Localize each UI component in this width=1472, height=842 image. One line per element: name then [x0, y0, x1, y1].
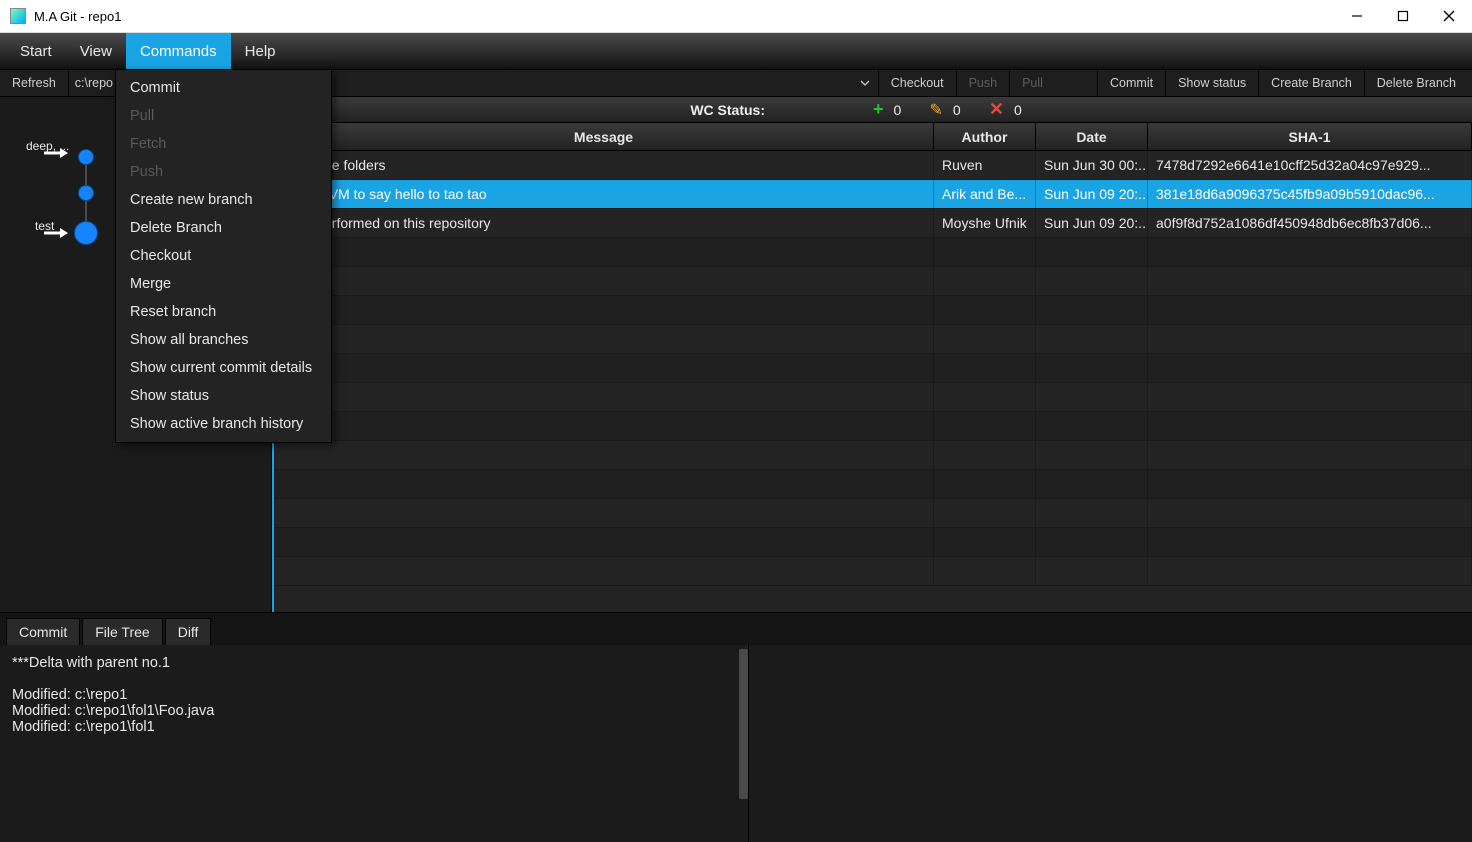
table-row: [274, 354, 1472, 383]
tab-diff[interactable]: Diff: [165, 618, 212, 645]
app-icon: [10, 8, 26, 24]
bottom-tabs: Commit File Tree Diff: [0, 613, 1472, 645]
delete-branch-button[interactable]: Delete Branch: [1365, 70, 1472, 96]
dd-merge[interactable]: Merge: [116, 270, 331, 298]
cell-sha: 7478d7292e6641e10cff25d32a04c97e929...: [1148, 151, 1472, 179]
th-sha[interactable]: SHA-1: [1148, 123, 1472, 150]
wc-deleted: ✕ 0: [989, 99, 1032, 120]
commit-node[interactable]: [78, 185, 94, 201]
window-title: M.A Git - repo1: [34, 9, 121, 24]
dd-show-active-branch-history[interactable]: Show active branch history: [116, 410, 331, 438]
dd-fetch[interactable]: Fetch: [116, 130, 331, 158]
cell-author: Ruven: [934, 151, 1036, 179]
table-row: [274, 441, 1472, 470]
chevron-down-icon[interactable]: [856, 74, 874, 92]
menu-view[interactable]: View: [66, 33, 126, 69]
table-row: [274, 557, 1472, 586]
menu-help[interactable]: Help: [231, 33, 290, 69]
titlebar: M.A Git - repo1: [0, 0, 1472, 33]
table-row: [274, 238, 1472, 267]
dd-checkout[interactable]: Checkout: [116, 242, 331, 270]
app-body: Start View Commands Help Refresh c:\repo…: [0, 33, 1472, 842]
pull-button[interactable]: Pull: [1010, 70, 1055, 96]
dd-delete-branch[interactable]: Delete Branch: [116, 214, 331, 242]
menu-start[interactable]: Start: [6, 33, 66, 69]
wc-modified-count: 0: [953, 102, 971, 118]
maximize-button[interactable]: [1380, 0, 1426, 32]
table-row: [274, 470, 1472, 499]
commands-dropdown: Commit Pull Fetch Push Create new branch…: [115, 69, 332, 443]
bottom-right-pane: [749, 645, 1472, 842]
dd-pull[interactable]: Pull: [116, 102, 331, 130]
create-branch-button[interactable]: Create Branch: [1259, 70, 1365, 96]
cell-message: two more folders: [274, 151, 934, 179]
cell-date: Sun Jun 09 20:...: [1036, 209, 1148, 237]
table-body: two more folders Ruven Sun Jun 30 00:...…: [274, 151, 1472, 612]
menubar: Start View Commands Help: [0, 33, 1472, 69]
dd-create-new-branch[interactable]: Create new branch: [116, 186, 331, 214]
table-row[interactable]: mmit performed on this repository Moyshe…: [274, 209, 1472, 238]
cell-date: Sun Jun 09 20:...: [1036, 180, 1148, 208]
repo-path-text: c:\repo: [75, 76, 113, 90]
cell-sha: a0f9f8d752a1086df450948db6ec8fb37d06...: [1148, 209, 1472, 237]
table-row[interactable]: Foo PSVM to say hello to tao tao Arik an…: [274, 180, 1472, 209]
wc-status-bar: WC Status: + 0 ✎ 0 ✕ 0: [274, 97, 1472, 123]
table-row: [274, 383, 1472, 412]
table-header: Message Author Date SHA-1: [274, 123, 1472, 151]
dd-show-all-branches[interactable]: Show all branches: [116, 326, 331, 354]
dd-show-status[interactable]: Show status: [116, 382, 331, 410]
push-button[interactable]: Push: [957, 70, 1011, 96]
table-row: [274, 499, 1472, 528]
tab-commit[interactable]: Commit: [6, 618, 80, 645]
plus-icon: +: [873, 99, 884, 120]
graph-edge: [85, 165, 87, 187]
table-row[interactable]: two more folders Ruven Sun Jun 30 00:...…: [274, 151, 1472, 180]
wc-status-label: WC Status:: [690, 102, 765, 118]
table-row: [274, 528, 1472, 557]
dd-push[interactable]: Push: [116, 158, 331, 186]
commit-node[interactable]: [78, 149, 94, 165]
th-date[interactable]: Date: [1036, 123, 1148, 150]
commit-button[interactable]: Commit: [1097, 70, 1166, 96]
th-author[interactable]: Author: [934, 123, 1036, 150]
x-icon: ✕: [989, 99, 1004, 120]
menu-commands[interactable]: Commands: [126, 33, 231, 69]
refresh-button[interactable]: Refresh: [0, 70, 69, 96]
arrow-icon: [42, 227, 68, 239]
scrollbar-thumb[interactable]: [739, 649, 748, 799]
commit-node-head[interactable]: [74, 221, 98, 245]
minimize-button[interactable]: [1334, 0, 1380, 32]
dd-reset-branch[interactable]: Reset branch: [116, 298, 331, 326]
wc-modified: ✎ 0: [930, 100, 971, 120]
cell-sha: 381e18d6a9096375c45fb9a09b5910dac96...: [1148, 180, 1472, 208]
dd-show-current-commit-details[interactable]: Show current commit details: [116, 354, 331, 382]
cell-message: mmit performed on this repository: [274, 209, 934, 237]
cell-author: Moyshe Ufnik: [934, 209, 1036, 237]
table-row: [274, 325, 1472, 354]
commit-table-pane: WC Status: + 0 ✎ 0 ✕ 0 Message Author Da…: [272, 97, 1472, 612]
table-row: [274, 412, 1472, 441]
cell-message: Foo PSVM to say hello to tao tao: [274, 180, 934, 208]
close-button[interactable]: [1426, 0, 1472, 32]
show-status-button[interactable]: Show status: [1166, 70, 1259, 96]
tab-file-tree[interactable]: File Tree: [82, 618, 162, 645]
dd-commit[interactable]: Commit: [116, 74, 331, 102]
checkout-button[interactable]: Checkout: [879, 70, 957, 96]
graph-edge: [85, 201, 87, 223]
table-row: [274, 296, 1472, 325]
cell-author: Arik and Be...: [934, 180, 1036, 208]
arrow-icon: [42, 147, 68, 159]
diff-text[interactable]: ***Delta with parent no.1 Modified: c:\r…: [0, 645, 749, 842]
wc-deleted-count: 0: [1014, 102, 1032, 118]
th-message[interactable]: Message: [274, 123, 934, 150]
cell-date: Sun Jun 30 00:...: [1036, 151, 1148, 179]
bottom-pane: Commit File Tree Diff ***Delta with pare…: [0, 612, 1472, 842]
pencil-icon: ✎: [930, 100, 943, 120]
table-row: [274, 267, 1472, 296]
wc-added: + 0: [873, 99, 912, 120]
wc-added-count: 0: [894, 102, 912, 118]
